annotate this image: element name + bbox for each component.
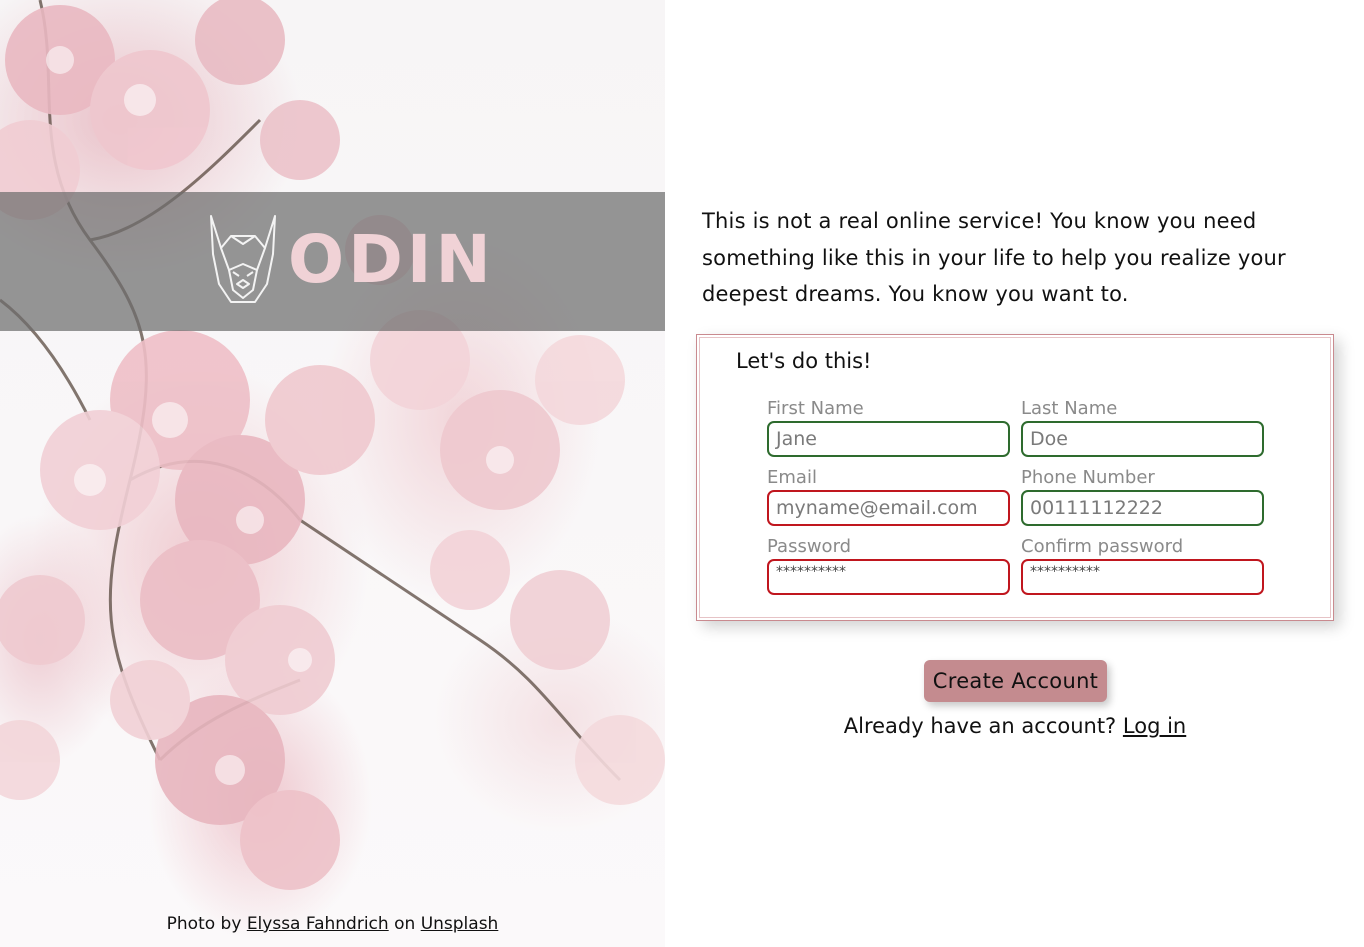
first-name-field[interactable]: Jane — [767, 421, 1010, 457]
photo-credit: Photo by Elyssa Fahndrich on Unsplash — [0, 914, 665, 934]
login-prompt-text: Already have an account? — [843, 714, 1117, 738]
confirm-password-field[interactable]: ********** — [1021, 559, 1264, 595]
last-name-label: Last Name — [1021, 398, 1118, 419]
cherry-blossom-image — [0, 0, 665, 890]
last-name-group: Last Name Doe — [1021, 397, 1264, 457]
login-link[interactable]: Log in — [1123, 714, 1186, 738]
photographer-link[interactable]: Elyssa Fahndrich — [247, 914, 389, 934]
signup-page: ODIN Photo by Elyssa Fahndrich on Unspla… — [0, 0, 1364, 947]
confirm-password-label: Confirm password — [1021, 536, 1184, 557]
login-prompt: Already have an account? Log in — [665, 714, 1364, 738]
last-name-field[interactable]: Doe — [1021, 421, 1264, 457]
credit-middle: on — [394, 914, 416, 934]
confirm-password-group: Confirm password ********** — [1021, 535, 1264, 595]
email-field[interactable]: myname@email.com — [767, 490, 1010, 526]
phone-field[interactable]: 00111112222 — [1021, 490, 1264, 526]
unsplash-link[interactable]: Unsplash — [421, 914, 499, 934]
hero-photo: ODIN Photo by Elyssa Fahndrich on Unspla… — [0, 0, 665, 947]
password-field[interactable]: ********** — [767, 559, 1010, 595]
intro-text: This is not a real online service! You k… — [702, 209, 1286, 306]
brand-name: ODIN — [288, 221, 495, 298]
email-group: Email myname@email.com — [767, 466, 1010, 526]
first-name-group: First Name Jane — [767, 397, 1010, 457]
signup-form: Let's do this! First Name Jane Last Name… — [696, 334, 1334, 621]
phone-label: Phone Number — [1021, 467, 1155, 488]
password-group: Password ********** — [767, 535, 1010, 595]
phone-group: Phone Number 00111112222 — [1021, 466, 1264, 526]
viking-helmet-icon — [210, 215, 276, 303]
password-label: Password — [767, 536, 852, 557]
credit-prefix: Photo by — [166, 914, 242, 934]
email-label: Email — [767, 467, 817, 488]
create-account-button[interactable]: Create Account — [924, 660, 1107, 702]
first-name-label: First Name — [767, 398, 864, 419]
logo-banner: ODIN — [0, 192, 665, 331]
form-legend: Let's do this! — [736, 349, 872, 373]
signup-content: This is not a real online service! You k… — [665, 0, 1364, 947]
